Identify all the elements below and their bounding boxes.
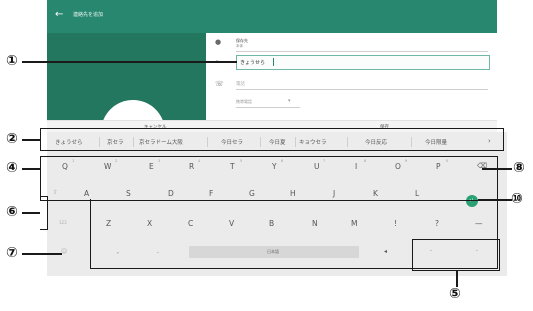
callout-line: [482, 168, 512, 170]
phone-type-select[interactable]: 携帯電話: [236, 99, 252, 105]
divider: [236, 51, 488, 52]
chevron-down-icon[interactable]: ▾: [288, 98, 291, 104]
switch-mode-key[interactable]: 123: [59, 220, 67, 225]
type-underline: [236, 107, 300, 108]
app-bar: ← 連絡先を追加: [47, 0, 497, 33]
callout-2: ②: [6, 131, 18, 147]
callout-4: ④: [6, 160, 18, 176]
phone-icon: ☏: [215, 80, 224, 88]
callout-line: [22, 253, 62, 255]
name-field[interactable]: きょうせら: [236, 55, 490, 70]
photo-placeholder-circle[interactable]: [101, 100, 165, 120]
contact-form: ● 保存先 本体 • きょうせら ☏ 電話 携帯電話 ▾: [206, 33, 497, 120]
callout-line: [478, 199, 512, 201]
callout-line: [456, 271, 458, 287]
phone-underline: [236, 89, 488, 90]
text-cursor: [273, 58, 274, 66]
callout-7: ⑦: [6, 245, 18, 261]
callout-frame: [412, 239, 500, 271]
contact-photo-panel: [47, 33, 206, 120]
back-arrow-icon[interactable]: ←: [55, 9, 63, 20]
account-icon: ●: [215, 38, 222, 46]
callout-6: ⑥: [6, 204, 18, 220]
callout-5: ⑤: [449, 286, 461, 302]
page-title: 連絡先を追加: [73, 12, 104, 18]
callout-8: ⑧: [513, 160, 525, 176]
phone-field[interactable]: 電話: [236, 81, 245, 87]
callout-line: [22, 168, 40, 170]
account-sub: 本体: [236, 44, 243, 48]
callout-1: ①: [6, 53, 18, 69]
callout-line: [22, 61, 237, 63]
callout-10: ⑩: [511, 191, 523, 207]
callout-frame: [40, 156, 498, 201]
callout-line: [22, 212, 40, 214]
name-field-value: きょうせら: [240, 60, 266, 66]
callout-frame: [40, 128, 504, 151]
callout-frame: [40, 196, 48, 230]
callout-line: [22, 139, 40, 141]
